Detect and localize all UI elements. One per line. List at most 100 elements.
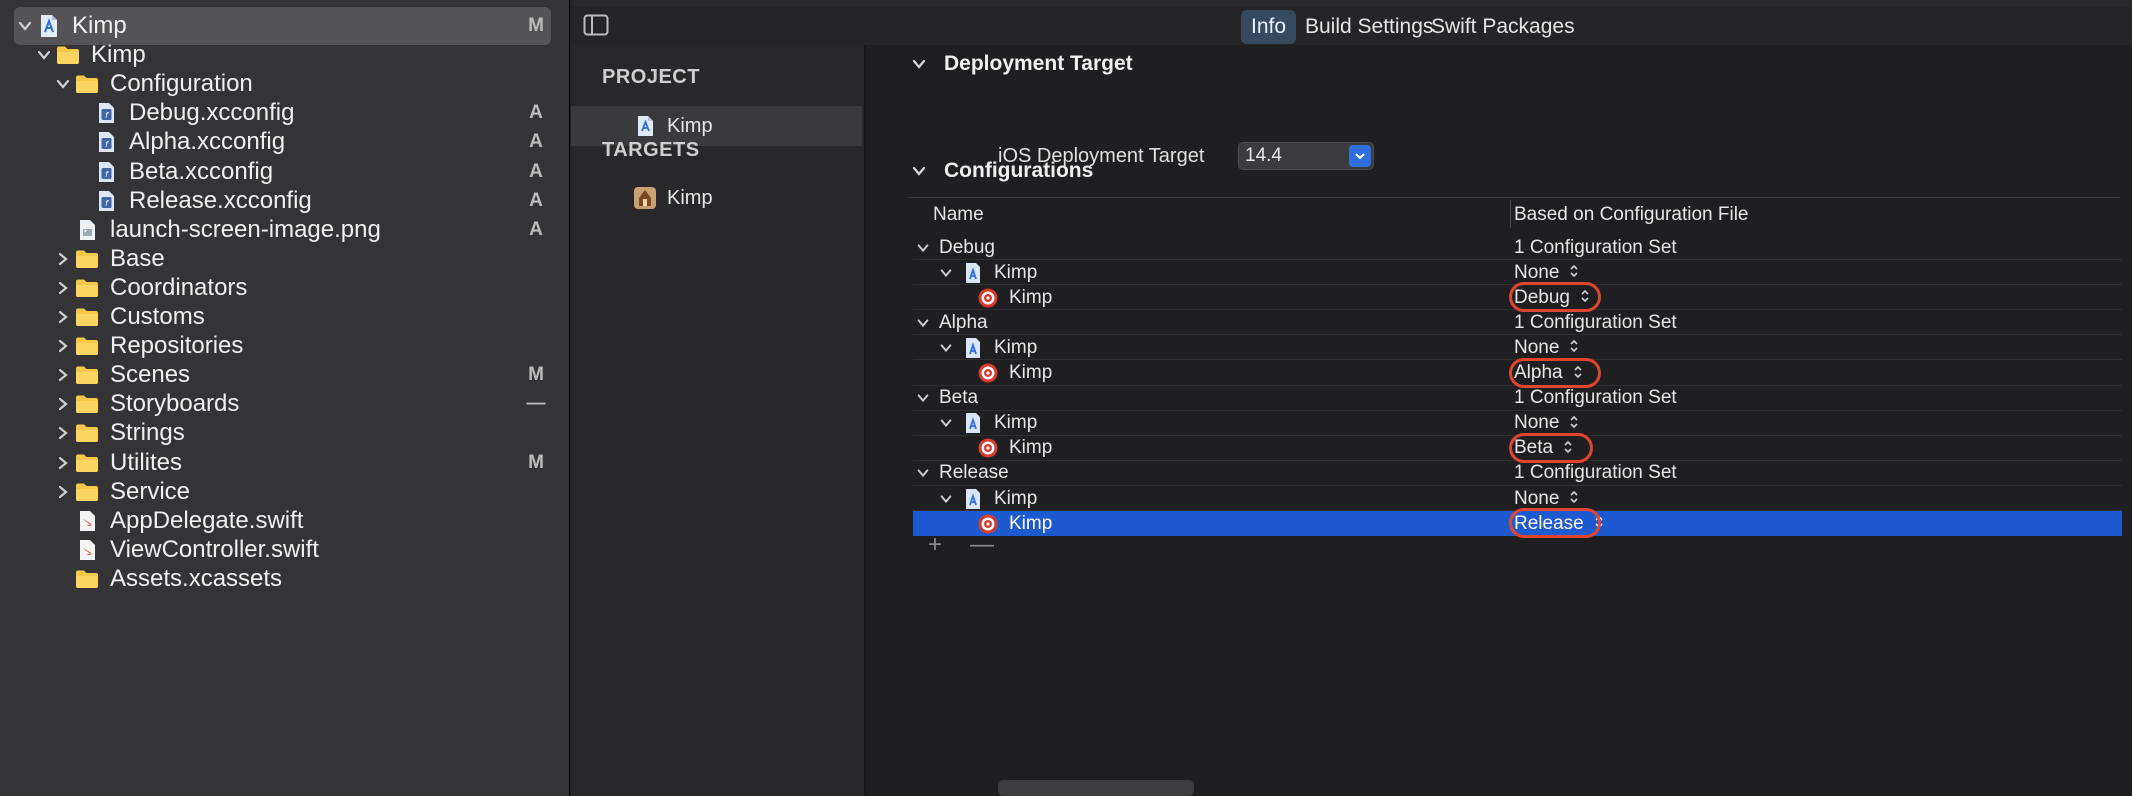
project-icon [962, 412, 984, 434]
ios-deployment-target-select[interactable]: 14.4 [1238, 142, 1374, 170]
folder-icon [55, 42, 81, 68]
configuration-row[interactable]: Kimp None [913, 335, 2122, 361]
configuration-row[interactable]: Kimp Alpha [913, 357, 2122, 388]
configuration-row[interactable]: Kimp None [913, 486, 2122, 512]
target-item-kimp[interactable]: Kimp [571, 178, 862, 218]
chevron-down-icon[interactable] [908, 53, 930, 75]
remove-configuration-button[interactable]: — [970, 531, 994, 559]
target-item-label: Kimp [667, 186, 713, 209]
configuration-name-cell: Kimp [977, 436, 1052, 461]
chevron-down-icon[interactable] [913, 388, 933, 408]
configuration-name-label: Kimp [994, 412, 1038, 434]
deployment-target-group[interactable]: Deployment Target [908, 52, 1133, 76]
folder-icon [74, 304, 100, 330]
chevron-down-icon[interactable] [936, 489, 956, 509]
configuration-name-cell: Kimp [936, 260, 1037, 285]
configuration-name-cell: Kimp [936, 411, 1037, 436]
targets-section-header: TARGETS [602, 139, 700, 161]
configuration-row[interactable]: Kimp None [913, 411, 2122, 436]
xcconfig-icon: f [93, 159, 119, 185]
xcconfig-icon: f [93, 100, 119, 126]
project-icon [962, 488, 984, 510]
configuration-row[interactable]: Release 1 Configuration Set [913, 461, 2122, 486]
folder-icon [74, 391, 100, 417]
chevron-right-icon[interactable] [52, 393, 74, 415]
configuration-row[interactable]: Beta 1 Configuration Set [913, 386, 2122, 411]
annotation-circle [1509, 432, 1593, 463]
target-icon [977, 437, 999, 459]
configuration-name-label: Kimp [1009, 512, 1053, 534]
project-icon [962, 262, 984, 284]
annotation-circle [1509, 282, 1601, 313]
tab-info[interactable]: Info [1241, 10, 1297, 44]
configuration-row[interactable]: Debug 1 Configuration Set [913, 235, 2122, 261]
configuration-row[interactable]: Kimp Beta [913, 432, 2122, 463]
chevron-down-icon[interactable] [936, 338, 956, 358]
chevron-down-icon[interactable] [936, 413, 956, 433]
navigator-item-label: Assets.xcassets [110, 564, 283, 592]
navigator-item[interactable]: Assets.xcassets [14, 560, 551, 598]
project-icon [962, 337, 984, 359]
chevron-down-icon[interactable] [33, 44, 55, 66]
chevron-right-icon[interactable] [52, 452, 74, 474]
editor-topbar: Info Build Settings Swift Packages [571, 0, 2132, 45]
add-remove-controls: + — [928, 531, 994, 559]
chevron-down-icon[interactable] [913, 463, 933, 483]
configuration-name-label: Kimp [994, 261, 1038, 283]
annotation-circle [1509, 357, 1601, 388]
configuration-name-cell: Debug [913, 235, 995, 260]
configuration-name-label: Kimp [1009, 362, 1053, 384]
chevron-down-icon [1349, 145, 1371, 167]
configuration-row[interactable]: Kimp Release [913, 508, 2122, 539]
config-file-value: None [1514, 412, 1560, 434]
folder-icon [74, 450, 100, 476]
partially-visible-control [998, 780, 1194, 796]
configuration-name-cell: Alpha [913, 310, 988, 335]
chevron-right-icon[interactable] [52, 335, 74, 357]
xcconfig-icon: f [93, 129, 119, 155]
configuration-name-label: Debug [939, 236, 995, 258]
image-icon [74, 217, 100, 243]
divider [908, 197, 2120, 198]
chevron-right-icon[interactable] [52, 422, 74, 444]
up-down-chevron-icon [1569, 339, 1579, 356]
tab-swift-packages[interactable]: Swift Packages [1421, 10, 1585, 44]
sidebar-toggle-icon[interactable] [583, 13, 609, 37]
add-configuration-button[interactable]: + [928, 531, 942, 559]
project-section-header: PROJECT [602, 66, 700, 88]
configuration-row[interactable]: Kimp Debug [913, 282, 2122, 313]
chevron-right-icon[interactable] [52, 481, 74, 503]
configuration-name-cell: Kimp [936, 486, 1037, 511]
configurations-group[interactable]: Configurations [908, 159, 1093, 183]
chevron-down-icon[interactable] [936, 263, 956, 283]
chevron-right-icon[interactable] [52, 248, 74, 270]
project-item-label: Kimp [667, 114, 713, 137]
folder-icon [74, 420, 100, 446]
configuration-row[interactable]: Alpha 1 Configuration Set [913, 310, 2122, 336]
config-file-value: None [1514, 487, 1560, 509]
chevron-down-icon[interactable] [908, 160, 930, 182]
annotation-circle [1509, 508, 1601, 539]
swift-icon [74, 537, 100, 563]
chevron-down-icon[interactable] [52, 73, 74, 95]
chevron-down-icon[interactable] [913, 238, 933, 258]
chevron-right-icon[interactable] [52, 277, 74, 299]
source-control-badge: — [526, 393, 546, 415]
project-icon [36, 13, 62, 39]
configuration-set-count: 1 Configuration Set [1514, 236, 1677, 258]
configuration-name-label: Release [939, 462, 1009, 484]
chevron-right-icon[interactable] [52, 306, 74, 328]
configuration-row[interactable]: Kimp None [913, 260, 2122, 286]
configuration-set-count: 1 Configuration Set [1514, 387, 1677, 409]
configuration-name-cell: Kimp [936, 335, 1037, 360]
project-icon [633, 114, 657, 138]
chevron-right-icon[interactable] [52, 364, 74, 386]
config-file-popup[interactable]: None [1514, 335, 1579, 360]
configuration-name-label: Beta [939, 387, 979, 409]
configuration-name-cell: Kimp [977, 285, 1052, 310]
chevron-down-icon[interactable] [913, 313, 933, 333]
target-icon [977, 362, 999, 384]
chevron-down-icon[interactable] [14, 15, 36, 37]
